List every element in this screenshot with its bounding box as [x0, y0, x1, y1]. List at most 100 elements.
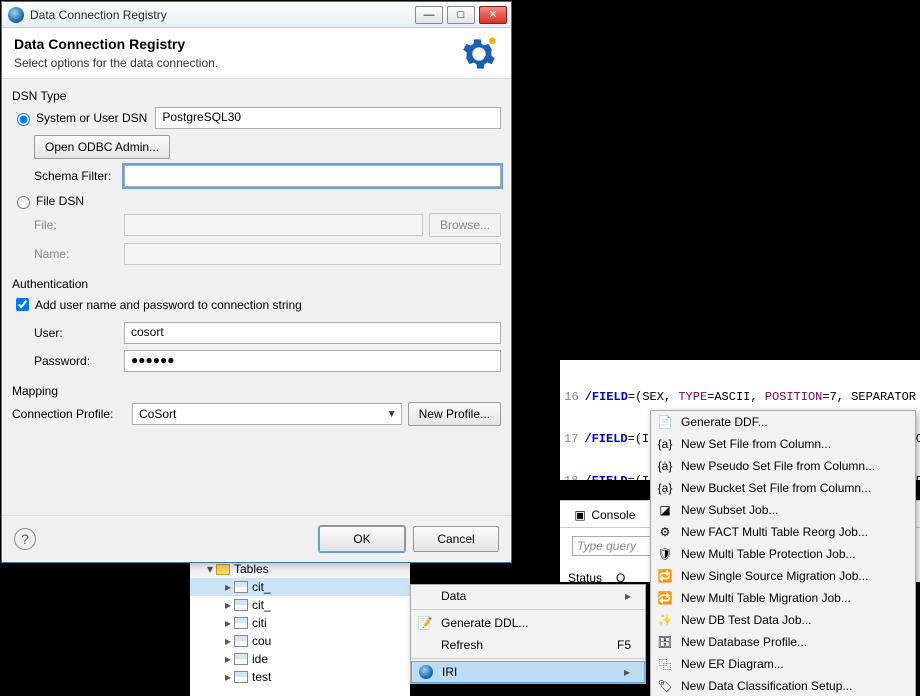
schema-filter-input[interactable]: [124, 165, 501, 187]
menu-item-refresh[interactable]: Refresh F5: [411, 634, 645, 656]
expand-icon[interactable]: ▸: [222, 598, 234, 612]
table-label: ide: [252, 652, 268, 666]
folder-icon: [216, 564, 230, 575]
checkbox-add-credentials[interactable]: [16, 298, 29, 311]
table-icon: [234, 599, 248, 611]
menu-label: Generate DDF...: [681, 415, 768, 429]
menu-label: New FACT Multi Table Reorg Job...: [681, 525, 868, 539]
close-button[interactable]: ✕: [479, 6, 507, 24]
system-dsn-value[interactable]: PostgreSQL30: [155, 107, 501, 129]
open-odbc-admin-button[interactable]: Open ODBC Admin...: [34, 135, 170, 159]
menu-item-new-subset-job[interactable]: ◪New Subset Job...: [651, 499, 915, 521]
user-label: User:: [34, 326, 124, 340]
table-icon: [234, 653, 248, 665]
new-profile-button[interactable]: New Profile...: [408, 402, 501, 426]
submenu-arrow-icon: ▸: [624, 665, 630, 679]
table-row[interactable]: ▸ cou: [190, 632, 410, 650]
dialog-footer: ? OK Cancel: [2, 515, 511, 562]
tab-console[interactable]: ▣ Console: [566, 505, 641, 525]
menu-item-new-single-migration[interactable]: 🔁New Single Source Migration Job...: [651, 565, 915, 587]
folder-label: Tables: [234, 562, 269, 576]
menu-label: New Data Classification Setup...: [681, 679, 852, 693]
cancel-button[interactable]: Cancel: [413, 526, 499, 552]
expand-icon[interactable]: ▾: [204, 562, 216, 576]
menu-label: Generate DDL...: [441, 616, 528, 630]
menu-item-new-bucket-set[interactable]: {ạ} New Bucket Set File from Column...: [651, 477, 915, 499]
group-label: Authentication: [12, 277, 501, 291]
maximize-button[interactable]: □: [447, 6, 475, 24]
connection-profile-select[interactable]: CoSort ▼: [132, 403, 402, 425]
editor-line: 16 /FIELD=(SEX, TYPE=ASCII, POSITION=7, …: [564, 390, 916, 404]
app-icon: [8, 7, 24, 23]
table-icon: [234, 671, 248, 683]
erd-icon: ⿻: [657, 656, 673, 672]
menu-label: New Single Source Migration Job...: [681, 569, 868, 583]
menu-item-new-fact-reorg[interactable]: ⚙New FACT Multi Table Reorg Job...: [651, 521, 915, 543]
expand-icon[interactable]: ▸: [222, 616, 234, 630]
menu-item-new-pseudo-set[interactable]: {ȧ}New Pseudo Set File from Column...: [651, 455, 915, 477]
group-authentication: Authentication Add user name and passwor…: [12, 277, 501, 372]
menu-item-data[interactable]: Data ▸: [411, 585, 645, 607]
menu-item-new-er-diagram[interactable]: ⿻New ER Diagram...: [651, 653, 915, 675]
status-value: O: [616, 571, 625, 585]
query-expression-input[interactable]: Type query expre: [572, 536, 652, 556]
table-row[interactable]: ▸ test: [190, 668, 410, 686]
shortcut: F5: [617, 638, 631, 652]
titlebar[interactable]: Data Connection Registry — □ ✕: [2, 2, 511, 28]
group-label: Mapping: [12, 384, 501, 398]
menu-item-new-multi-migration[interactable]: 🔁 New Multi Table Migration Job...: [651, 587, 915, 609]
menu-label: New Set File from Column...: [681, 437, 831, 451]
context-menu-table[interactable]: Data ▸ 📝 Generate DDL... Refresh F5 IRI …: [410, 584, 646, 684]
connection-profile-label: Connection Profile:: [12, 407, 132, 421]
menu-label: New Multi Table Migration Job...: [681, 591, 851, 605]
expand-icon[interactable]: ▸: [222, 634, 234, 648]
console-icon: ▣: [572, 507, 588, 523]
select-value: CoSort: [139, 407, 176, 421]
menu-item-new-protection-job[interactable]: 🛡New Multi Table Protection Job...: [651, 543, 915, 565]
help-icon[interactable]: ?: [14, 528, 36, 550]
line-number: 16: [564, 390, 585, 404]
menu-item-iri[interactable]: IRI ▸: [411, 661, 645, 683]
menu-item-new-set-file[interactable]: {a}New Set File from Column...: [651, 433, 915, 455]
menu-item-generate-ddl[interactable]: 📝 Generate DDL...: [411, 612, 645, 634]
table-row[interactable]: ▸ cit_: [190, 578, 410, 596]
ok-button[interactable]: OK: [319, 526, 405, 552]
menu-item-new-db-test-data[interactable]: ✨New DB Test Data Job...: [651, 609, 915, 631]
menu-item-generate-ddf[interactable]: 📄Generate DDF...: [651, 411, 915, 433]
expand-icon[interactable]: ▸: [222, 670, 234, 684]
context-submenu-iri[interactable]: 📄Generate DDF... {a}New Set File from Co…: [650, 410, 916, 696]
table-row[interactable]: ▸ cit_: [190, 596, 410, 614]
menu-separator: [411, 658, 645, 659]
schema-filter-label: Schema Filter:: [34, 169, 124, 183]
tables-tree[interactable]: ▾ Tables ▸ cit_ ▸ cit_ ▸ citi ▸ cou ▸ id…: [190, 560, 410, 696]
menu-item-new-db-profile[interactable]: 🗄New Database Profile...: [651, 631, 915, 653]
line-number: 17: [564, 432, 584, 446]
table-icon: [234, 581, 248, 593]
menu-label: IRI: [442, 665, 457, 679]
table-icon: [234, 617, 248, 629]
dropdown-arrow-icon: ▼: [387, 409, 397, 420]
file-name-input: [124, 243, 501, 265]
expand-icon[interactable]: ▸: [222, 580, 234, 594]
table-row[interactable]: ▸ ide: [190, 650, 410, 668]
table-row[interactable]: ▸ citi: [190, 614, 410, 632]
iri-icon: [418, 664, 434, 680]
password-input[interactable]: ●●●●●●: [124, 350, 501, 372]
set-icon: {ạ}: [657, 480, 673, 496]
expand-icon[interactable]: ▸: [222, 652, 234, 666]
submenu-arrow-icon: ▸: [625, 589, 631, 603]
migrate-icon: 🔁: [657, 590, 673, 606]
menu-label: New Bucket Set File from Column...: [681, 481, 871, 495]
menu-separator: [411, 609, 645, 610]
menu-label: New Pseudo Set File from Column...: [681, 459, 875, 473]
radio-system-dsn[interactable]: [17, 113, 30, 126]
menu-label: Data: [441, 589, 466, 603]
radio-file-dsn[interactable]: [17, 196, 30, 209]
dialog-heading: Data Connection Registry: [14, 36, 499, 52]
status-label: Status: [568, 571, 602, 585]
table-label: cit_: [252, 598, 271, 612]
menu-item-new-classification[interactable]: 🏷New Data Classification Setup...: [651, 675, 915, 696]
menu-label: New Multi Table Protection Job...: [681, 547, 856, 561]
minimize-button[interactable]: —: [415, 6, 443, 24]
user-input[interactable]: cosort: [124, 322, 501, 344]
